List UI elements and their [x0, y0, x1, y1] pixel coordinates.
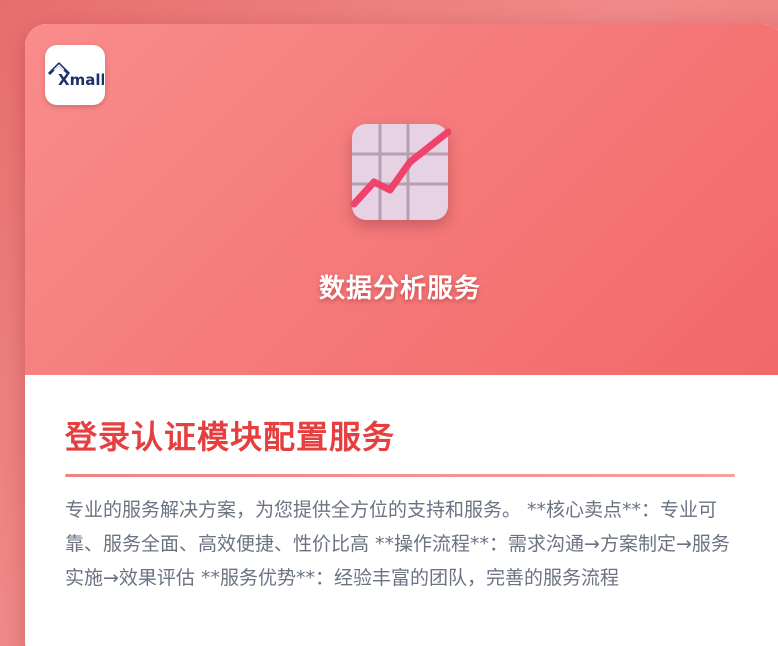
service-description: 专业的服务解决方案，为您提供全方位的支持和服务。 **核心卖点**：专业可靠、服…: [65, 499, 730, 589]
title-divider: [65, 474, 735, 477]
service-title: 登录认证模块配置服务: [65, 418, 396, 456]
chart-grid-graphic: [350, 124, 452, 220]
hero-title: 数据分析服务: [318, 274, 481, 304]
service-content: 登录认证模块配置服务 专业的服务解决方案，为您提供全方位的支持和服务。 **核心…: [25, 375, 775, 595]
chart-trend-icon: [350, 124, 452, 220]
service-card: Xmall 数据分析服务 登录认证模块配置服务 专业的服务解决方案，为您提供全方…: [25, 24, 778, 646]
xmall-logo-icon: Xmall: [47, 62, 104, 89]
hero-banner: Xmall 数据分析服务: [25, 24, 778, 375]
logo-text: Xmall: [58, 71, 104, 89]
brand-logo[interactable]: Xmall: [45, 45, 105, 105]
